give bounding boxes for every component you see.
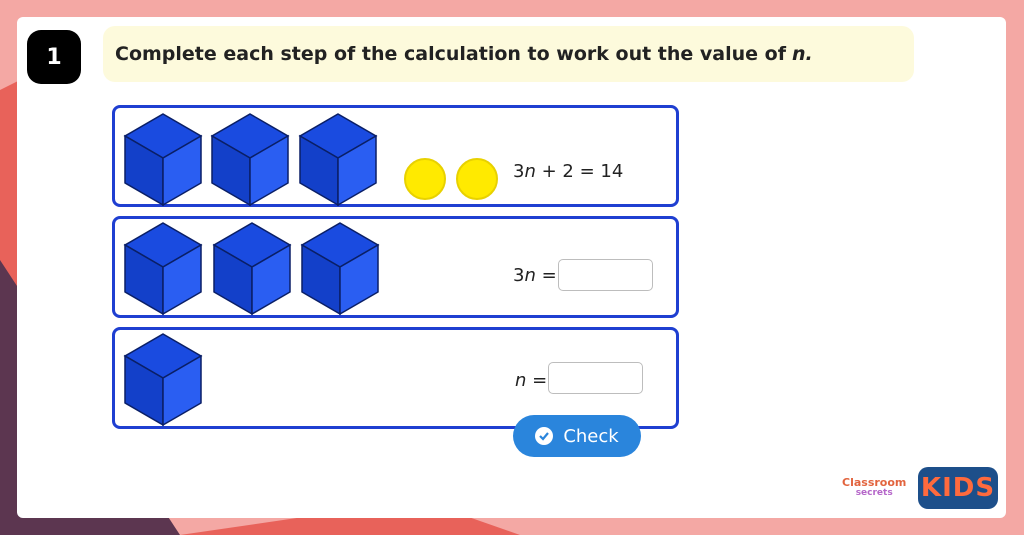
equation-1-term: 3n [513, 161, 536, 182]
question-number: 1 [27, 30, 81, 84]
cube-icon [213, 222, 291, 315]
step-row-3: n = [112, 327, 679, 429]
classroom-secrets-logo: Classroom secrets [842, 476, 907, 498]
equation-1-rest: + 2 = 14 [535, 161, 624, 182]
step-row-2: 3n = [112, 216, 679, 318]
step-row-1: 3n + 2 = 14 [112, 105, 679, 207]
equation-3-equals: = [526, 370, 548, 391]
cube-icon [124, 222, 202, 315]
cube-icon [299, 113, 377, 206]
equation-3-term: n [515, 370, 527, 391]
cube-icon [301, 222, 379, 315]
yellow-counter [404, 158, 446, 200]
cube-icon [211, 113, 289, 206]
answer-input-2[interactable] [548, 362, 643, 394]
equation-1: 3n + 2 = 14 [513, 161, 623, 182]
yellow-counter [456, 158, 498, 200]
equation-2: 3n = [513, 265, 557, 286]
prompt-text: Complete each step of the calculation to… [115, 43, 786, 65]
equation-2-term: 3n [513, 265, 536, 286]
prompt-variable: n. [791, 43, 813, 65]
check-button[interactable]: Check [513, 415, 641, 457]
check-button-label: Check [563, 425, 619, 447]
equation-2-equals: = [535, 265, 557, 286]
check-circle-icon [535, 427, 554, 445]
question-prompt: Complete each step of the calculation to… [103, 26, 914, 82]
kids-logo: KIDS [918, 467, 998, 509]
answer-input-1[interactable] [558, 259, 653, 291]
cube-icon [124, 333, 202, 426]
cube-icon [124, 113, 202, 206]
logo-line-2: secrets [855, 488, 893, 498]
equation-3: n = [515, 370, 547, 391]
logo-line-1: Classroom [842, 476, 907, 489]
